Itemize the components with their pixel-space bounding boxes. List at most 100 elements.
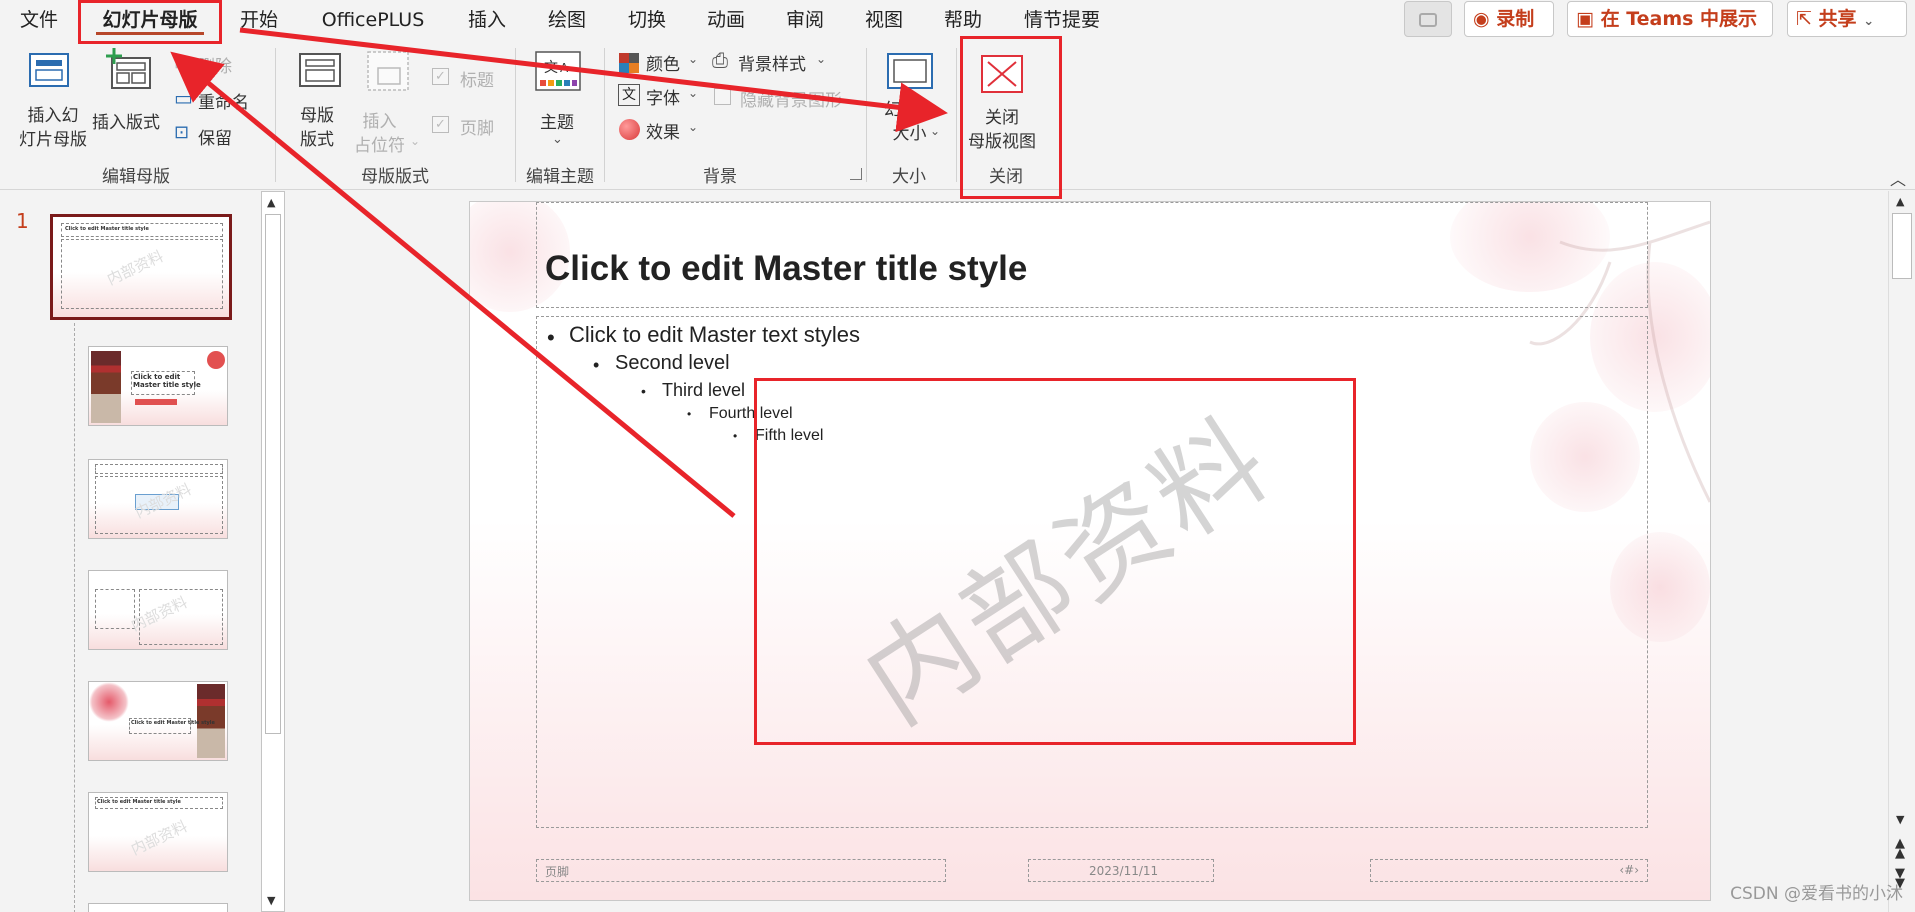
preserve-button[interactable]: ⊡ 保留 — [172, 122, 252, 149]
effects-dropdown[interactable]: 效果 ⌄ — [618, 118, 702, 144]
text-level-4[interactable]: Fourth level — [709, 405, 793, 423]
tab-storyboard[interactable]: 情节提要 — [1014, 4, 1110, 36]
group-label-close: 关闭 — [989, 167, 1023, 187]
slide-thumbnail-pane: 1 Click to edit Master title style 内部资料 … — [0, 191, 286, 912]
tab-review[interactable]: 审阅 — [776, 4, 834, 36]
scroll-up-arrow-icon[interactable]: ▲ — [1896, 195, 1904, 208]
collapse-ribbon-icon[interactable]: ︿ — [1890, 166, 1906, 190]
thumbnail-layout-content[interactable]: 内部资料 — [88, 459, 228, 539]
footer-placeholder[interactable]: 页脚 — [536, 859, 946, 882]
scroll-thumb[interactable] — [265, 214, 281, 734]
title-checkbox[interactable]: ✓ 标题 — [432, 66, 502, 91]
thumbnail-layout-section[interactable]: Click to edit Master title style — [88, 681, 228, 761]
slide-size-button[interactable]: 幻灯片 大小 ⌄ — [876, 48, 946, 156]
fonts-dropdown[interactable]: 文 字体 ⌄ — [618, 84, 702, 110]
bullet: • — [733, 429, 738, 443]
thumbnail-layout-blank[interactable] — [88, 903, 228, 912]
master-layout-icon — [299, 53, 341, 87]
divider — [275, 48, 276, 182]
present-in-teams-button[interactable]: ▣ 在 Teams 中展示 — [1567, 1, 1773, 37]
svg-text:A: A — [560, 61, 569, 75]
thumbnail-layout-title-only[interactable]: Click to edit Master title style 内部资料 — [88, 792, 228, 872]
tab-animations[interactable]: 动画 — [697, 4, 755, 36]
share-icon: ⇱ — [1796, 8, 1812, 30]
scroll-thumb[interactable] — [1892, 213, 1912, 279]
tab-officeplus[interactable]: OfficePLUS — [308, 4, 438, 36]
background-dialog-launcher-icon[interactable] — [850, 168, 862, 180]
scroll-down-arrow-icon[interactable]: ▼ — [1896, 813, 1904, 826]
pin-icon: ⊡ — [174, 122, 190, 143]
text-level-2[interactable]: Second level — [615, 352, 730, 375]
record-icon: ◉ — [1473, 8, 1490, 30]
thumbnail-layout-title[interactable]: Click to edit Master title style — [88, 346, 228, 426]
group-label-size: 大小 — [892, 167, 926, 187]
comments-button[interactable] — [1404, 1, 1452, 37]
credit-watermark: CSDN @爱看书的小沐 — [1730, 884, 1903, 904]
master-layout-button[interactable]: 母版 版式 — [290, 48, 352, 152]
slide-number-placeholder[interactable]: ‹#› — [1370, 859, 1648, 882]
chevron-down-icon: ⌄ — [410, 134, 421, 148]
divider — [604, 48, 605, 182]
text-level-1[interactable]: Click to edit Master text styles — [569, 322, 860, 348]
divider — [866, 48, 867, 182]
comment-icon — [1419, 12, 1437, 27]
hide-background-graphics-checkbox[interactable]: 隐藏背景图形 — [714, 86, 854, 111]
svg-text:文: 文 — [544, 60, 558, 76]
slide-canvas[interactable]: Click to edit Master title style • Click… — [469, 201, 1711, 901]
group-label-background: 背景 — [703, 167, 737, 187]
checkbox: ✓ — [432, 116, 449, 133]
insert-slide-master-button[interactable]: 插入幻 灯片母版 — [10, 48, 90, 152]
slide-title[interactable]: Click to edit Master title style — [545, 249, 1027, 289]
group-label-edit-theme: 编辑主题 — [526, 167, 594, 187]
tab-transitions[interactable]: 切换 — [618, 4, 676, 36]
scroll-up-arrow-icon[interactable]: ▲ — [267, 196, 275, 209]
previous-slide-icon[interactable]: ▲ ▲ — [1895, 837, 1905, 860]
lantern-image — [207, 351, 225, 369]
themes-button[interactable]: 文 A 主题 ⌄ — [528, 48, 590, 156]
bullet: • — [641, 383, 646, 399]
ribbon: 插入幻 灯片母版 插入版式 ⊠ 删除 ▭ 重命名 ⊡ 保留 编辑母版 母版 版式… — [0, 40, 1915, 190]
bullet: • — [687, 407, 692, 421]
colors-dropdown[interactable]: 颜色 ⌄ — [618, 50, 702, 76]
text-level-3[interactable]: Third level — [662, 380, 745, 401]
powerpoint-window: 文件 幻灯片母版 开始 OfficePLUS 插入 绘图 切换 动画 审阅 视图… — [0, 0, 1915, 912]
blossom-image — [89, 682, 129, 722]
group-label-edit-master: 编辑母版 — [102, 167, 170, 187]
rename-icon: ▭ — [174, 86, 193, 110]
text-level-5[interactable]: Fifth level — [755, 427, 823, 445]
tab-draw[interactable]: 绘图 — [538, 4, 596, 36]
slide-scrollbar[interactable]: ▲ ▼ ▲ ▲ ▼ ▼ — [1888, 191, 1915, 912]
tab-help[interactable]: 帮助 — [934, 4, 992, 36]
rename-button[interactable]: ▭ 重命名 — [172, 86, 256, 113]
thumbnail-scrollbar[interactable]: ▲ ▼ — [261, 191, 285, 912]
delete-button[interactable]: ⊠ 删除 — [172, 52, 252, 77]
slide-size-icon — [887, 53, 933, 89]
tab-insert[interactable]: 插入 — [458, 4, 516, 36]
tab-file[interactable]: 文件 — [10, 4, 68, 36]
date-placeholder[interactable]: 2023/11/11 — [1028, 859, 1214, 882]
record-button[interactable]: ◉ 录制 — [1464, 1, 1554, 37]
insert-layout-button[interactable]: 插入版式 — [92, 48, 168, 152]
chevron-down-icon: ⌄ — [1863, 14, 1875, 29]
group-label-master-layout: 母版版式 — [361, 167, 429, 187]
colors-icon — [619, 53, 639, 73]
tab-home[interactable]: 开始 — [230, 4, 288, 36]
thumbnail-layout-two-content[interactable]: 内部资料 — [88, 570, 228, 650]
close-master-view-button[interactable]: 关闭 母版视图 — [964, 48, 1044, 156]
tab-slide-master[interactable]: 幻灯片母版 — [86, 4, 214, 36]
background-styles-dropdown[interactable]: ⎙ 背景样式 ⌄ — [712, 48, 838, 76]
title-placeholder[interactable]: Click to edit Master title style — [536, 202, 1648, 308]
share-button[interactable]: ⇱ 共享 ⌄ — [1787, 1, 1907, 37]
fonts-icon: 文 — [618, 84, 640, 106]
thumbnail-slide-master[interactable]: Click to edit Master title style 内部资料 — [50, 214, 232, 320]
thumb-title: Click to edit Master title style — [131, 720, 215, 726]
tab-view[interactable]: 视图 — [855, 4, 913, 36]
background-styles-icon: ⎙ — [712, 48, 728, 72]
scroll-down-arrow-icon[interactable]: ▼ — [267, 894, 275, 907]
themes-icon: 文 A — [535, 51, 581, 91]
divider — [956, 48, 957, 182]
chevron-down-icon: ⌄ — [816, 52, 827, 66]
footer-checkbox[interactable]: ✓ 页脚 — [432, 114, 502, 139]
insert-placeholder-button[interactable]: 插入 占位符 ⌄ — [352, 48, 424, 156]
chevron-down-icon: ⌄ — [552, 132, 563, 147]
